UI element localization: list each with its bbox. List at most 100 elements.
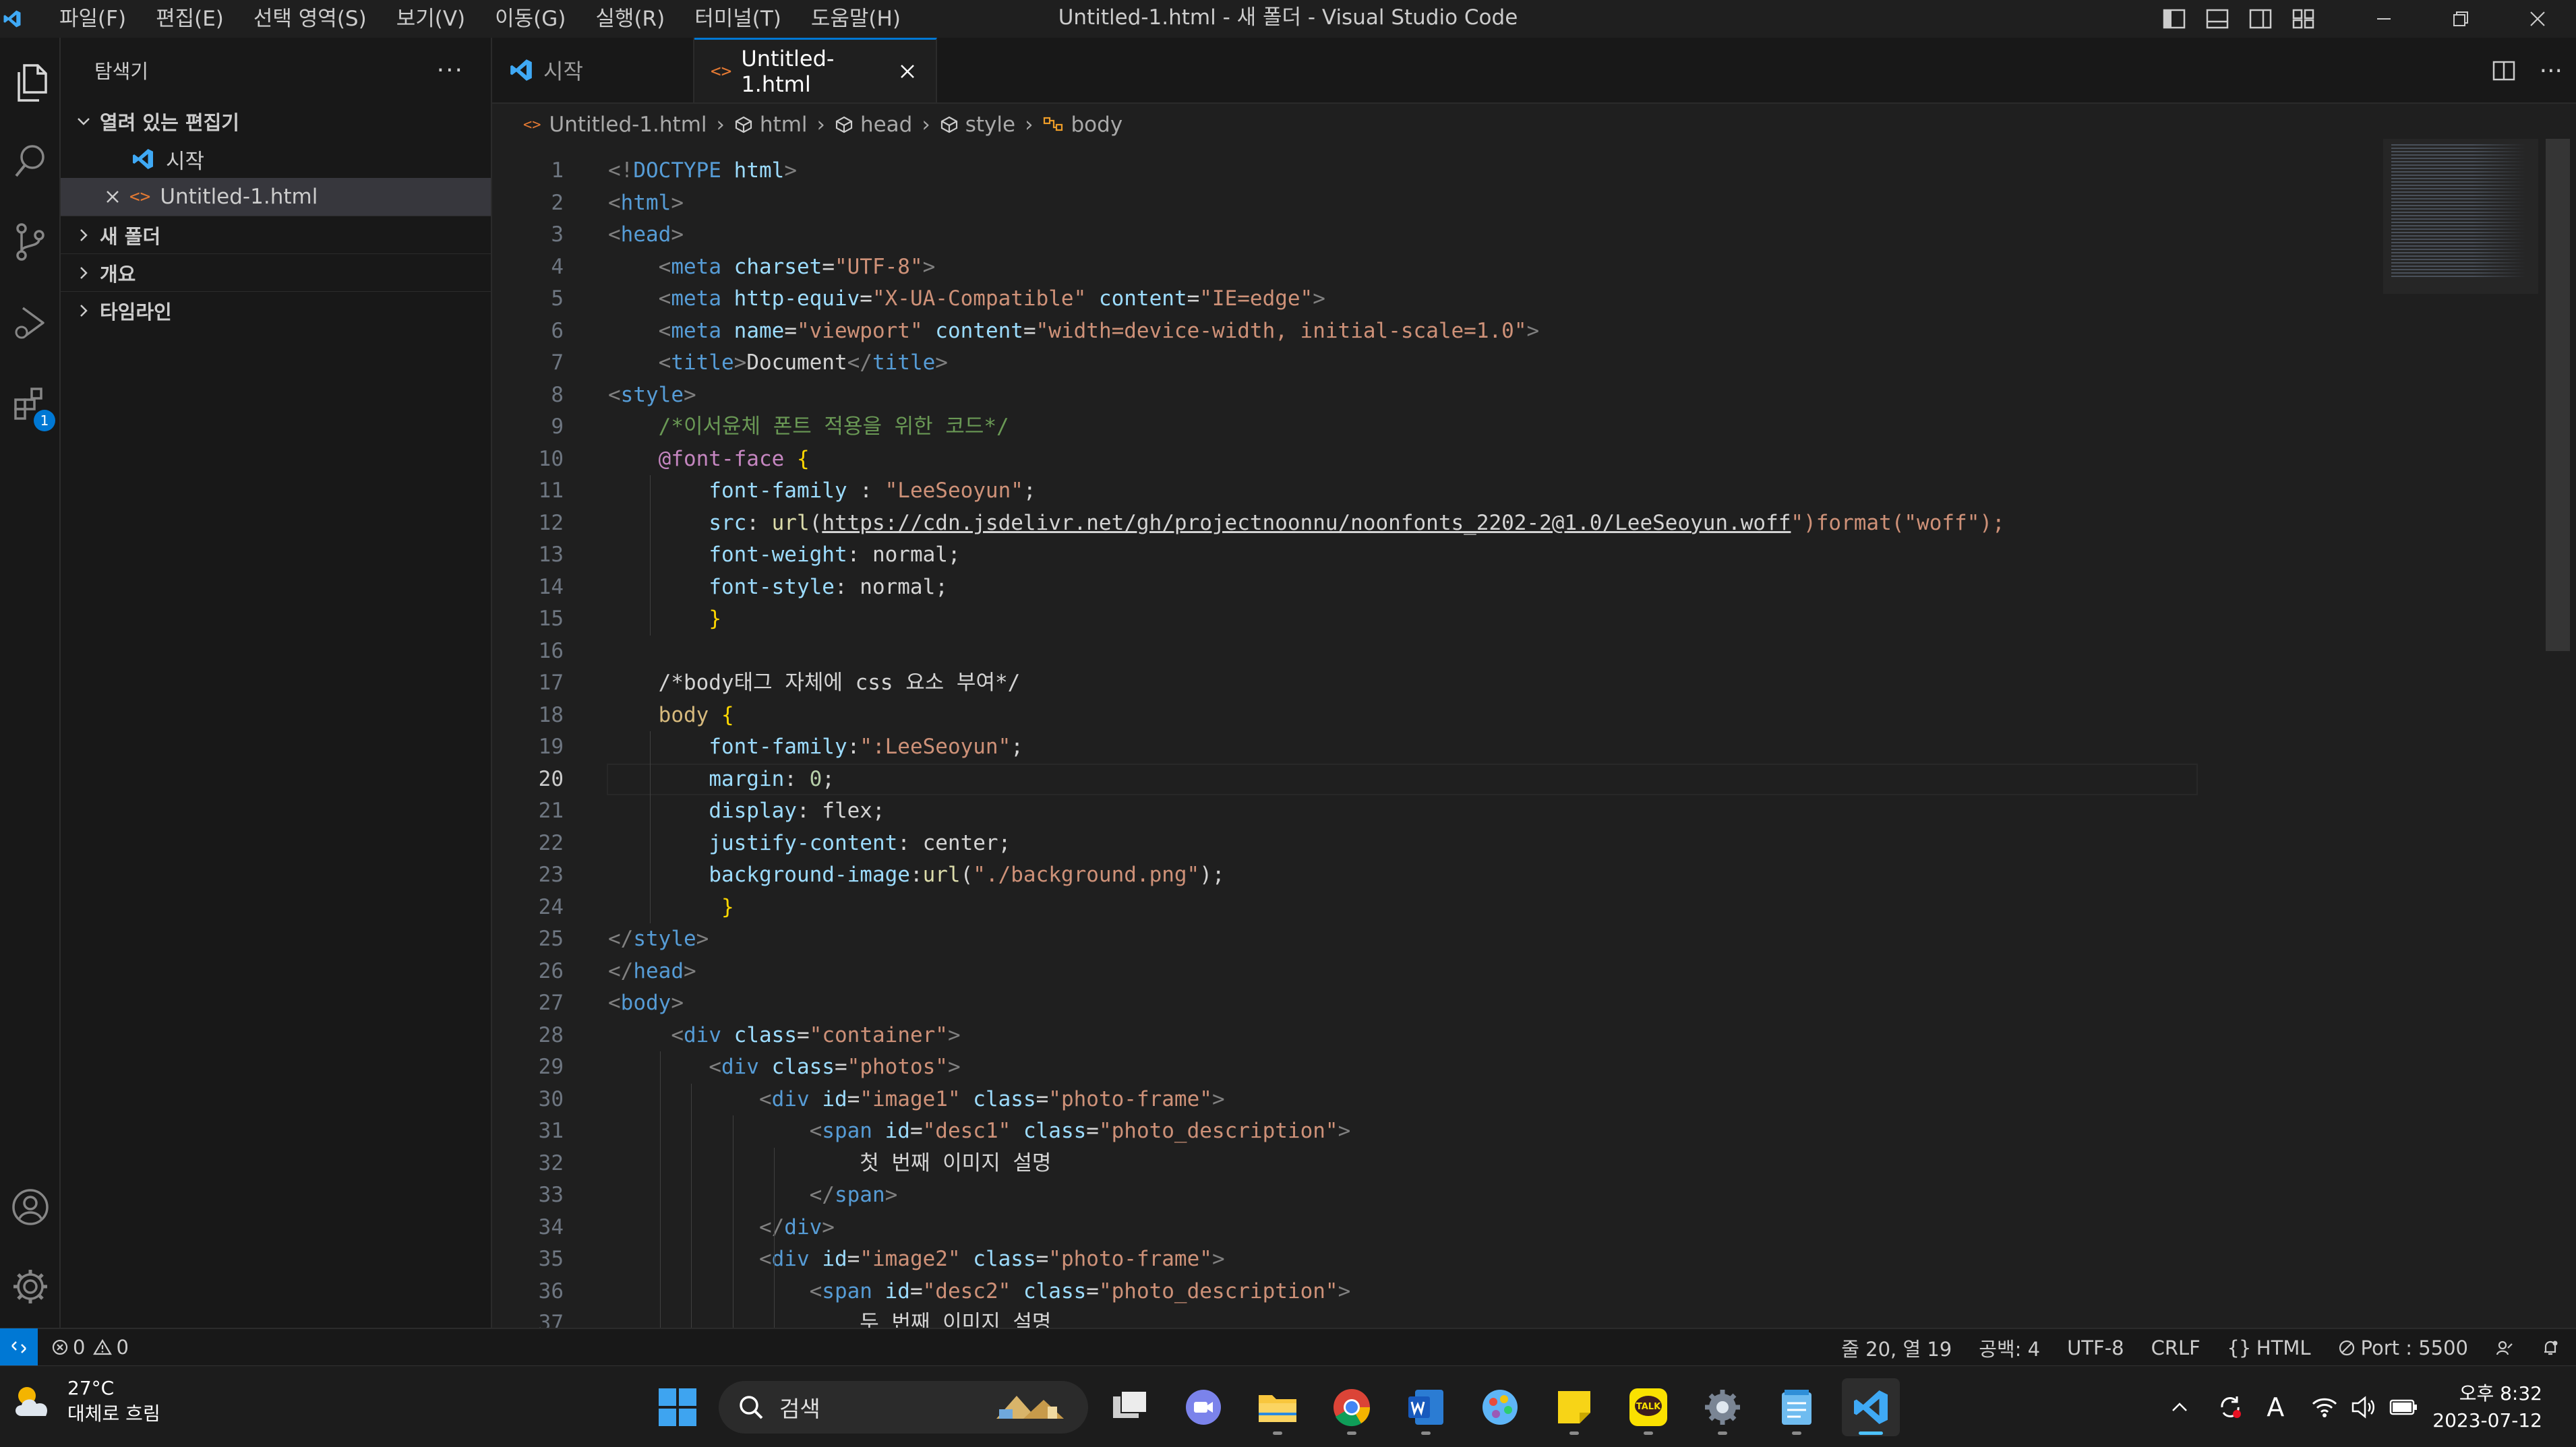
menu-item[interactable]: 도움말(H) xyxy=(796,0,916,38)
close-editor-icon[interactable] xyxy=(105,189,120,204)
breadcrumb-item-file[interactable]: <> Untitled-1.html xyxy=(523,113,707,137)
more-actions-icon[interactable]: ··· xyxy=(437,57,464,84)
code-token: </ xyxy=(758,1214,785,1239)
notifications-bell-icon[interactable] xyxy=(2527,1338,2576,1357)
sticky-notes-icon[interactable] xyxy=(1545,1378,1603,1436)
file-explorer-icon[interactable] xyxy=(1249,1378,1307,1436)
vertical-scrollbar[interactable] xyxy=(2546,139,2570,651)
close-icon[interactable] xyxy=(2499,0,2576,38)
breadcrumb-item-body[interactable]: body xyxy=(1043,113,1122,137)
menu-item[interactable]: 보기(V) xyxy=(382,0,480,38)
section-outline[interactable]: 개요 xyxy=(61,253,491,291)
ime-indicator[interactable]: A xyxy=(2267,1392,2284,1422)
menu-item[interactable]: 이동(G) xyxy=(480,0,580,38)
menu-item[interactable]: 파일(F) xyxy=(44,0,141,38)
notepad-icon[interactable] xyxy=(1768,1378,1826,1436)
toggle-secondary-sidebar-icon[interactable] xyxy=(2239,0,2282,38)
tab-untitled-1[interactable]: <> Untitled-1.html xyxy=(694,38,937,102)
restore-icon[interactable] xyxy=(2422,0,2499,38)
breadcrumb-item-head[interactable]: head xyxy=(835,113,912,137)
toggle-primary-sidebar-icon[interactable] xyxy=(2153,0,2196,38)
open-editor-item-active[interactable]: <> Untitled-1.html xyxy=(61,178,491,216)
search-icon[interactable] xyxy=(0,124,61,198)
line-number: 2 xyxy=(551,190,564,215)
indentation[interactable]: 공백: 4 xyxy=(1965,1334,2054,1362)
chevron-up-icon[interactable] xyxy=(2169,1397,2190,1417)
menu-item[interactable]: 터미널(T) xyxy=(680,0,796,38)
indent-guide xyxy=(649,731,651,923)
code-line: 14 font-style: normal; xyxy=(492,572,2380,604)
kakaotalk-icon[interactable]: TALK xyxy=(1619,1378,1677,1436)
minimap[interactable] xyxy=(2383,139,2538,294)
breadcrumb-item-html[interactable]: html xyxy=(734,113,808,137)
word-icon[interactable] xyxy=(1397,1378,1455,1436)
taskbar-search[interactable]: 검색 xyxy=(719,1381,1088,1434)
code-token: 0 xyxy=(809,766,822,791)
chrome-icon[interactable] xyxy=(1323,1378,1381,1436)
section-open-editors[interactable]: 열려 있는 편집기 xyxy=(61,102,491,140)
tab-welcome[interactable]: 시작 xyxy=(492,38,694,102)
menu-item[interactable]: 선택 영역(S) xyxy=(239,0,382,38)
code-token: div xyxy=(721,1055,759,1079)
code-line: 22 justify-content: center; xyxy=(492,828,2380,860)
close-tab-icon[interactable] xyxy=(899,63,916,80)
minimize-icon[interactable] xyxy=(2345,0,2422,38)
breadcrumb-item-style[interactable]: style xyxy=(940,113,1015,137)
teams-chat-icon[interactable] xyxy=(1174,1378,1232,1436)
code-token: title xyxy=(872,350,936,375)
extensions-icon[interactable]: 1 xyxy=(0,367,61,441)
live-server-port[interactable]: Port : 5500 xyxy=(2325,1336,2482,1359)
explorer-icon[interactable] xyxy=(0,46,61,120)
battery-icon[interactable] xyxy=(2389,1397,2419,1417)
line-number: 33 xyxy=(538,1183,564,1207)
code-line: 1 <!DOCTYPE html> xyxy=(492,155,2380,187)
code-text: <title>Document</title> xyxy=(608,347,948,379)
manage-gear-icon[interactable] xyxy=(0,1250,61,1324)
search-highlight-icon xyxy=(990,1389,1077,1425)
more-actions-icon[interactable]: ··· xyxy=(2540,57,2563,85)
clock[interactable]: 오후 8:32 2023-07-12 xyxy=(2419,1380,2576,1434)
code-editor[interactable]: 1 <!DOCTYPE html> 2 <html> 3 <head> 4 <meta ch… xyxy=(492,155,2380,1340)
section-new-folder[interactable]: 새 폴더 xyxy=(61,216,491,253)
settings-icon[interactable] xyxy=(1694,1378,1751,1436)
accounts-icon[interactable] xyxy=(0,1170,61,1244)
toggle-panel-icon[interactable] xyxy=(2196,0,2239,38)
volume-icon[interactable] xyxy=(2350,1395,2377,1419)
encoding[interactable]: UTF-8 xyxy=(2054,1336,2138,1359)
problems-indicator[interactable]: 0 0 xyxy=(51,1336,129,1359)
windows-start-icon[interactable] xyxy=(649,1378,707,1436)
error-count: 0 xyxy=(73,1336,86,1359)
menu-item[interactable]: 편집(E) xyxy=(141,0,239,38)
end-of-line[interactable]: CRLF xyxy=(2138,1336,2214,1359)
code-line: 19 font-family:":LeeSeoyun"; xyxy=(492,731,2380,764)
code-token: </ xyxy=(809,1183,835,1207)
task-view-icon[interactable] xyxy=(1102,1378,1160,1436)
code-text: <span id="desc1" class="photo_descriptio… xyxy=(608,1115,1351,1148)
menu-item[interactable]: 실행(R) xyxy=(580,0,680,38)
language-mode[interactable]: {} HTML xyxy=(2214,1336,2325,1359)
wifi-icon[interactable] xyxy=(2311,1396,2338,1419)
code-token: ":LeeSeoyun" xyxy=(860,735,1011,759)
html-icon: <> xyxy=(711,61,732,82)
section-timeline[interactable]: 타임라인 xyxy=(61,291,491,329)
source-control-icon[interactable] xyxy=(0,205,61,279)
paint-icon[interactable] xyxy=(1471,1378,1529,1436)
code-token: meta xyxy=(671,286,721,311)
vscode-taskbar-icon[interactable] xyxy=(1842,1378,1900,1436)
weather-widget[interactable]: 27°C 대체로 흐림 xyxy=(9,1376,160,1427)
sync-icon[interactable] xyxy=(2217,1394,2244,1421)
split-editor-icon[interactable] xyxy=(2492,61,2515,81)
remote-indicator-icon[interactable] xyxy=(0,1328,38,1366)
line-number: 25 xyxy=(538,927,564,951)
feedback-icon[interactable] xyxy=(2482,1338,2527,1357)
cursor-position[interactable]: 줄 20, 열 19 xyxy=(1828,1334,1965,1362)
line-number: 20 xyxy=(538,766,564,791)
customize-layout-icon[interactable] xyxy=(2282,0,2325,38)
open-editor-item[interactable]: 시작 xyxy=(61,140,491,178)
run-debug-icon[interactable] xyxy=(0,286,61,360)
